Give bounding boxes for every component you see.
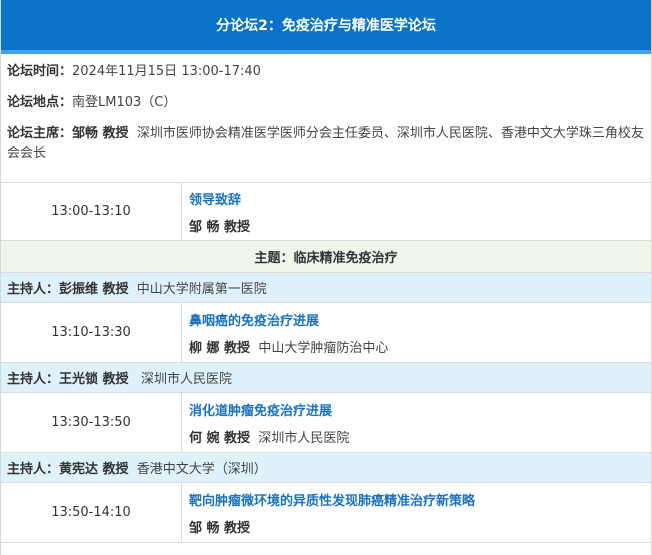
host-name: 主持人：黄宪达 教授 — [7, 462, 129, 477]
talk-detail: 鼻咽癌的免疫治疗进展 柳 娜 教授 中山大学肿瘤防治中心 — [182, 303, 651, 362]
talk-detail: 消化道肿瘤免疫治疗进展 何 婉 教授 深圳市人民医院 — [182, 393, 651, 452]
host-name: 主持人：王光锁 教授 — [7, 372, 129, 387]
talk-row: 13:50-14:10 靶向肿瘤微环境的异质性发现肺癌精准治疗新策略 邹 畅 教… — [1, 483, 651, 543]
speaker-name: 邹 畅 教授 — [189, 520, 251, 536]
talk-row: 13:00-13:10 领导致辞 邹 畅 教授 — [1, 183, 651, 241]
forum-place-label: 论坛地点： — [7, 95, 73, 110]
forum-chair: 论坛主席：邹畅 教授 深圳市医师协会精准医学医师分会主任委员、深圳市人民医院、香… — [7, 124, 645, 164]
host-name: 主持人：彭振维 教授 — [7, 282, 129, 297]
session-theme: 主题：临床精准免疫治疗 — [1, 241, 651, 273]
talk-title-link[interactable]: 消化道肿瘤免疫治疗进展 — [189, 400, 651, 419]
agenda-table: 分论坛2：免疫治疗与精准医学论坛 论坛时间：2024年11月15日 13:00-… — [0, 0, 652, 555]
talk-speaker: 邹 畅 教授 — [189, 517, 651, 536]
talk-time: 13:30-13:50 — [1, 393, 182, 452]
speaker-affiliation: 深圳市人民医院 — [258, 430, 350, 446]
forum-chair-label: 论坛主席： — [7, 126, 73, 141]
talk-speaker: 邹 畅 教授 — [189, 216, 651, 235]
speaker-name: 邹 畅 教授 — [189, 219, 251, 235]
session-host: 主持人：彭振维 教授 中山大学附属第一医院 — [1, 273, 651, 303]
talk-row: 13:30-13:50 消化道肿瘤免疫治疗进展 何 婉 教授 深圳市人民医院 — [1, 393, 651, 453]
session-host: 主持人：王光锁 教授 深圳市人民医院 — [1, 363, 651, 393]
talk-time: 13:00-13:10 — [1, 183, 182, 240]
forum-place: 论坛地点：南登LM103（C） — [7, 93, 645, 113]
forum-place-value: 南登LM103（C） — [72, 95, 177, 110]
forum-time: 论坛时间：2024年11月15日 13:00-17:40 — [7, 62, 645, 82]
talk-title-link[interactable]: 靶向肿瘤微环境的异质性发现肺癌精准治疗新策略 — [189, 490, 651, 509]
host-affiliation: 中山大学附属第一医院 — [136, 282, 267, 297]
talk-speaker: 柳 娜 教授 中山大学肿瘤防治中心 — [189, 337, 651, 356]
talk-title-link[interactable]: 领导致辞 — [189, 189, 651, 208]
forum-title: 分论坛2：免疫治疗与精准医学论坛 — [1, 0, 651, 54]
talk-detail: 领导致辞 邹 畅 教授 — [182, 183, 651, 240]
talk-time: 13:50-14:10 — [1, 483, 182, 542]
talk-speaker: 何 婉 教授 深圳市人民医院 — [189, 427, 651, 446]
host-affiliation: 香港中文大学（深圳） — [136, 462, 267, 477]
session-host: 主持人：黄宪达 教授 香港中文大学（深圳） — [1, 453, 651, 483]
speaker-name: 柳 娜 教授 — [189, 340, 251, 356]
forum-time-label: 论坛时间： — [7, 64, 73, 79]
talk-detail: 靶向肿瘤微环境的异质性发现肺癌精准治疗新策略 邹 畅 教授 — [182, 483, 651, 542]
forum-chair-name: 邹畅 教授 — [72, 126, 129, 141]
host-affiliation: 深圳市人民医院 — [140, 372, 232, 387]
talk-title-link[interactable]: 鼻咽癌的免疫治疗进展 — [189, 310, 651, 329]
speaker-name: 何 婉 教授 — [189, 430, 251, 446]
speaker-affiliation: 中山大学肿瘤防治中心 — [258, 340, 389, 356]
forum-time-value: 2024年11月15日 13:00-17:40 — [72, 64, 261, 79]
talk-row: 13:10-13:30 鼻咽癌的免疫治疗进展 柳 娜 教授 中山大学肿瘤防治中心 — [1, 303, 651, 363]
talk-time: 13:10-13:30 — [1, 303, 182, 362]
forum-info: 论坛时间：2024年11月15日 13:00-17:40 论坛地点：南登LM10… — [1, 54, 651, 183]
